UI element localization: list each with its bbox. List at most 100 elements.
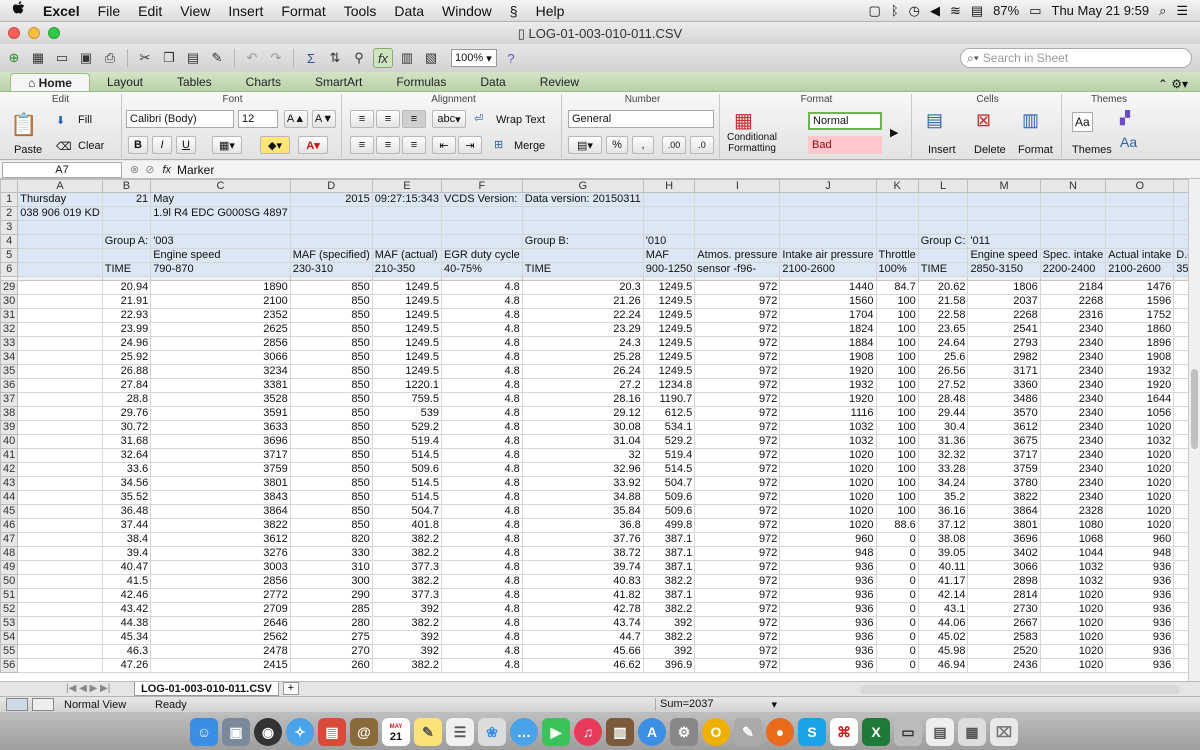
cell[interactable]: 34.56 bbox=[101, 476, 152, 491]
cell[interactable]: 2037 bbox=[967, 294, 1041, 309]
cell[interactable]: 499.8 bbox=[642, 518, 696, 533]
cell[interactable]: 1056 bbox=[1105, 406, 1175, 421]
cell[interactable]: 4.8 bbox=[440, 588, 523, 603]
cell[interactable]: 4.8 bbox=[440, 420, 523, 435]
insert-cells-button[interactable]: Insert bbox=[928, 144, 956, 156]
cell[interactable] bbox=[289, 234, 373, 249]
cell[interactable]: 270 bbox=[289, 644, 373, 659]
cell[interactable]: Atmos. pressure bbox=[694, 248, 781, 263]
cell[interactable]: 34.88 bbox=[521, 490, 644, 505]
cell[interactable]: 2100 bbox=[150, 294, 291, 309]
cell[interactable]: 1249.5 bbox=[642, 322, 696, 337]
cell[interactable]: 509.6 bbox=[642, 490, 696, 505]
cell[interactable]: 230-310 bbox=[289, 262, 373, 277]
cell[interactable] bbox=[17, 220, 103, 235]
apple-menu-icon[interactable] bbox=[12, 1, 34, 20]
delete-cells-button[interactable]: Delete bbox=[974, 144, 1006, 156]
paste-icon[interactable]: ▤ bbox=[183, 48, 203, 68]
underline-button[interactable]: U bbox=[176, 136, 196, 154]
cell[interactable]: 1068 bbox=[1039, 532, 1107, 547]
tab-home[interactable]: ⌂ Home bbox=[10, 73, 90, 91]
cell[interactable]: 4.8 bbox=[440, 574, 523, 589]
cell[interactable]: Group C: bbox=[917, 234, 969, 249]
cell[interactable]: 509.6 bbox=[642, 504, 696, 519]
cell[interactable]: 392 bbox=[371, 644, 442, 659]
cell[interactable]: 92.4 bbox=[1173, 406, 1188, 421]
cell[interactable]: 92.4 bbox=[1173, 434, 1188, 449]
cell[interactable] bbox=[1173, 234, 1188, 249]
cell[interactable] bbox=[440, 206, 523, 221]
cell[interactable]: 45.66 bbox=[521, 644, 644, 659]
cell[interactable]: 2625 bbox=[150, 322, 291, 337]
format-cells-icon[interactable]: ▥ bbox=[1022, 110, 1039, 131]
cell[interactable] bbox=[17, 476, 103, 491]
script-menu-icon[interactable]: § bbox=[501, 3, 527, 19]
cell[interactable] bbox=[694, 206, 781, 221]
cell[interactable]: 38.4 bbox=[101, 532, 152, 547]
normal-view-icon[interactable] bbox=[6, 698, 28, 711]
row-header[interactable]: 56 bbox=[0, 658, 19, 673]
redo-icon[interactable]: ↷ bbox=[266, 48, 286, 68]
theme-fonts-icon[interactable]: Aa bbox=[1120, 134, 1137, 150]
cell[interactable] bbox=[779, 234, 877, 249]
cell[interactable]: 40.83 bbox=[521, 574, 644, 589]
themes-icon[interactable]: Aa bbox=[1072, 112, 1093, 132]
cell[interactable] bbox=[875, 234, 919, 249]
number-format-select[interactable]: General bbox=[568, 110, 714, 128]
cell[interactable]: 850 bbox=[289, 364, 373, 379]
cell[interactable] bbox=[875, 192, 919, 207]
cell[interactable]: 2340 bbox=[1039, 392, 1107, 407]
cell[interactable] bbox=[289, 220, 373, 235]
cell[interactable]: 3801 bbox=[967, 518, 1041, 533]
cell[interactable]: 2646 bbox=[150, 616, 291, 631]
cell[interactable]: 529.2 bbox=[371, 420, 442, 435]
row-header[interactable]: 50 bbox=[0, 574, 19, 589]
photo-booth-icon[interactable]: ▤ bbox=[318, 718, 346, 746]
media-browser-icon[interactable]: ▥ bbox=[397, 48, 417, 68]
cell[interactable]: 25.28 bbox=[521, 350, 644, 365]
cell[interactable]: 1890 bbox=[150, 280, 291, 295]
cell[interactable]: 3528 bbox=[150, 392, 291, 407]
cell[interactable]: 22.58 bbox=[917, 308, 969, 323]
cell[interactable]: 1032 bbox=[779, 420, 877, 435]
cell[interactable]: 1020 bbox=[1039, 616, 1107, 631]
cell[interactable]: 1020 bbox=[779, 490, 877, 505]
cell[interactable] bbox=[779, 192, 877, 207]
cell[interactable]: 2667 bbox=[967, 616, 1041, 631]
cell[interactable]: 3276 bbox=[150, 546, 291, 561]
cell[interactable]: 972 bbox=[694, 616, 781, 631]
skype-icon[interactable]: S bbox=[798, 718, 826, 746]
cell[interactable] bbox=[17, 336, 103, 351]
cell[interactable]: 2898 bbox=[967, 574, 1041, 589]
itunes-icon[interactable]: ♫ bbox=[574, 718, 602, 746]
cell[interactable]: 972 bbox=[694, 602, 781, 617]
formula-builder-icon[interactable]: fx bbox=[373, 48, 393, 68]
cell[interactable] bbox=[17, 234, 103, 249]
cell[interactable] bbox=[967, 220, 1041, 235]
cell[interactable]: 972 bbox=[694, 518, 781, 533]
theme-colors-icon[interactable]: ▞ bbox=[1120, 110, 1130, 126]
row-header[interactable]: 46 bbox=[0, 518, 19, 533]
cell[interactable]: 34.7 bbox=[1173, 322, 1188, 337]
dashboard-icon[interactable]: ◉ bbox=[254, 718, 282, 746]
row-header[interactable]: 35 bbox=[0, 364, 19, 379]
cell[interactable]: 32.64 bbox=[101, 448, 152, 463]
cell[interactable]: 392 bbox=[371, 602, 442, 617]
tab-tables[interactable]: Tables bbox=[160, 73, 229, 91]
menu-data[interactable]: Data bbox=[385, 3, 433, 19]
cell[interactable]: 29.9 bbox=[1173, 294, 1188, 309]
cell[interactable]: 100 bbox=[875, 364, 919, 379]
cell[interactable] bbox=[101, 206, 152, 221]
cell[interactable]: 92.4 bbox=[1173, 448, 1188, 463]
cell[interactable]: 2328 bbox=[1039, 504, 1107, 519]
cell[interactable]: TIME bbox=[917, 262, 969, 277]
cell[interactable]: 972 bbox=[694, 392, 781, 407]
cell[interactable]: 2268 bbox=[1039, 294, 1107, 309]
new-workbook-icon[interactable]: ⊕ bbox=[4, 48, 24, 68]
column-header-g[interactable]: G bbox=[521, 179, 644, 193]
cell[interactable]: 1249.5 bbox=[371, 294, 442, 309]
cell[interactable]: 4.8 bbox=[440, 630, 523, 645]
cell[interactable]: TIME bbox=[521, 262, 644, 277]
cell[interactable]: 2352 bbox=[150, 308, 291, 323]
cell[interactable]: MAF (actual) bbox=[371, 248, 442, 263]
